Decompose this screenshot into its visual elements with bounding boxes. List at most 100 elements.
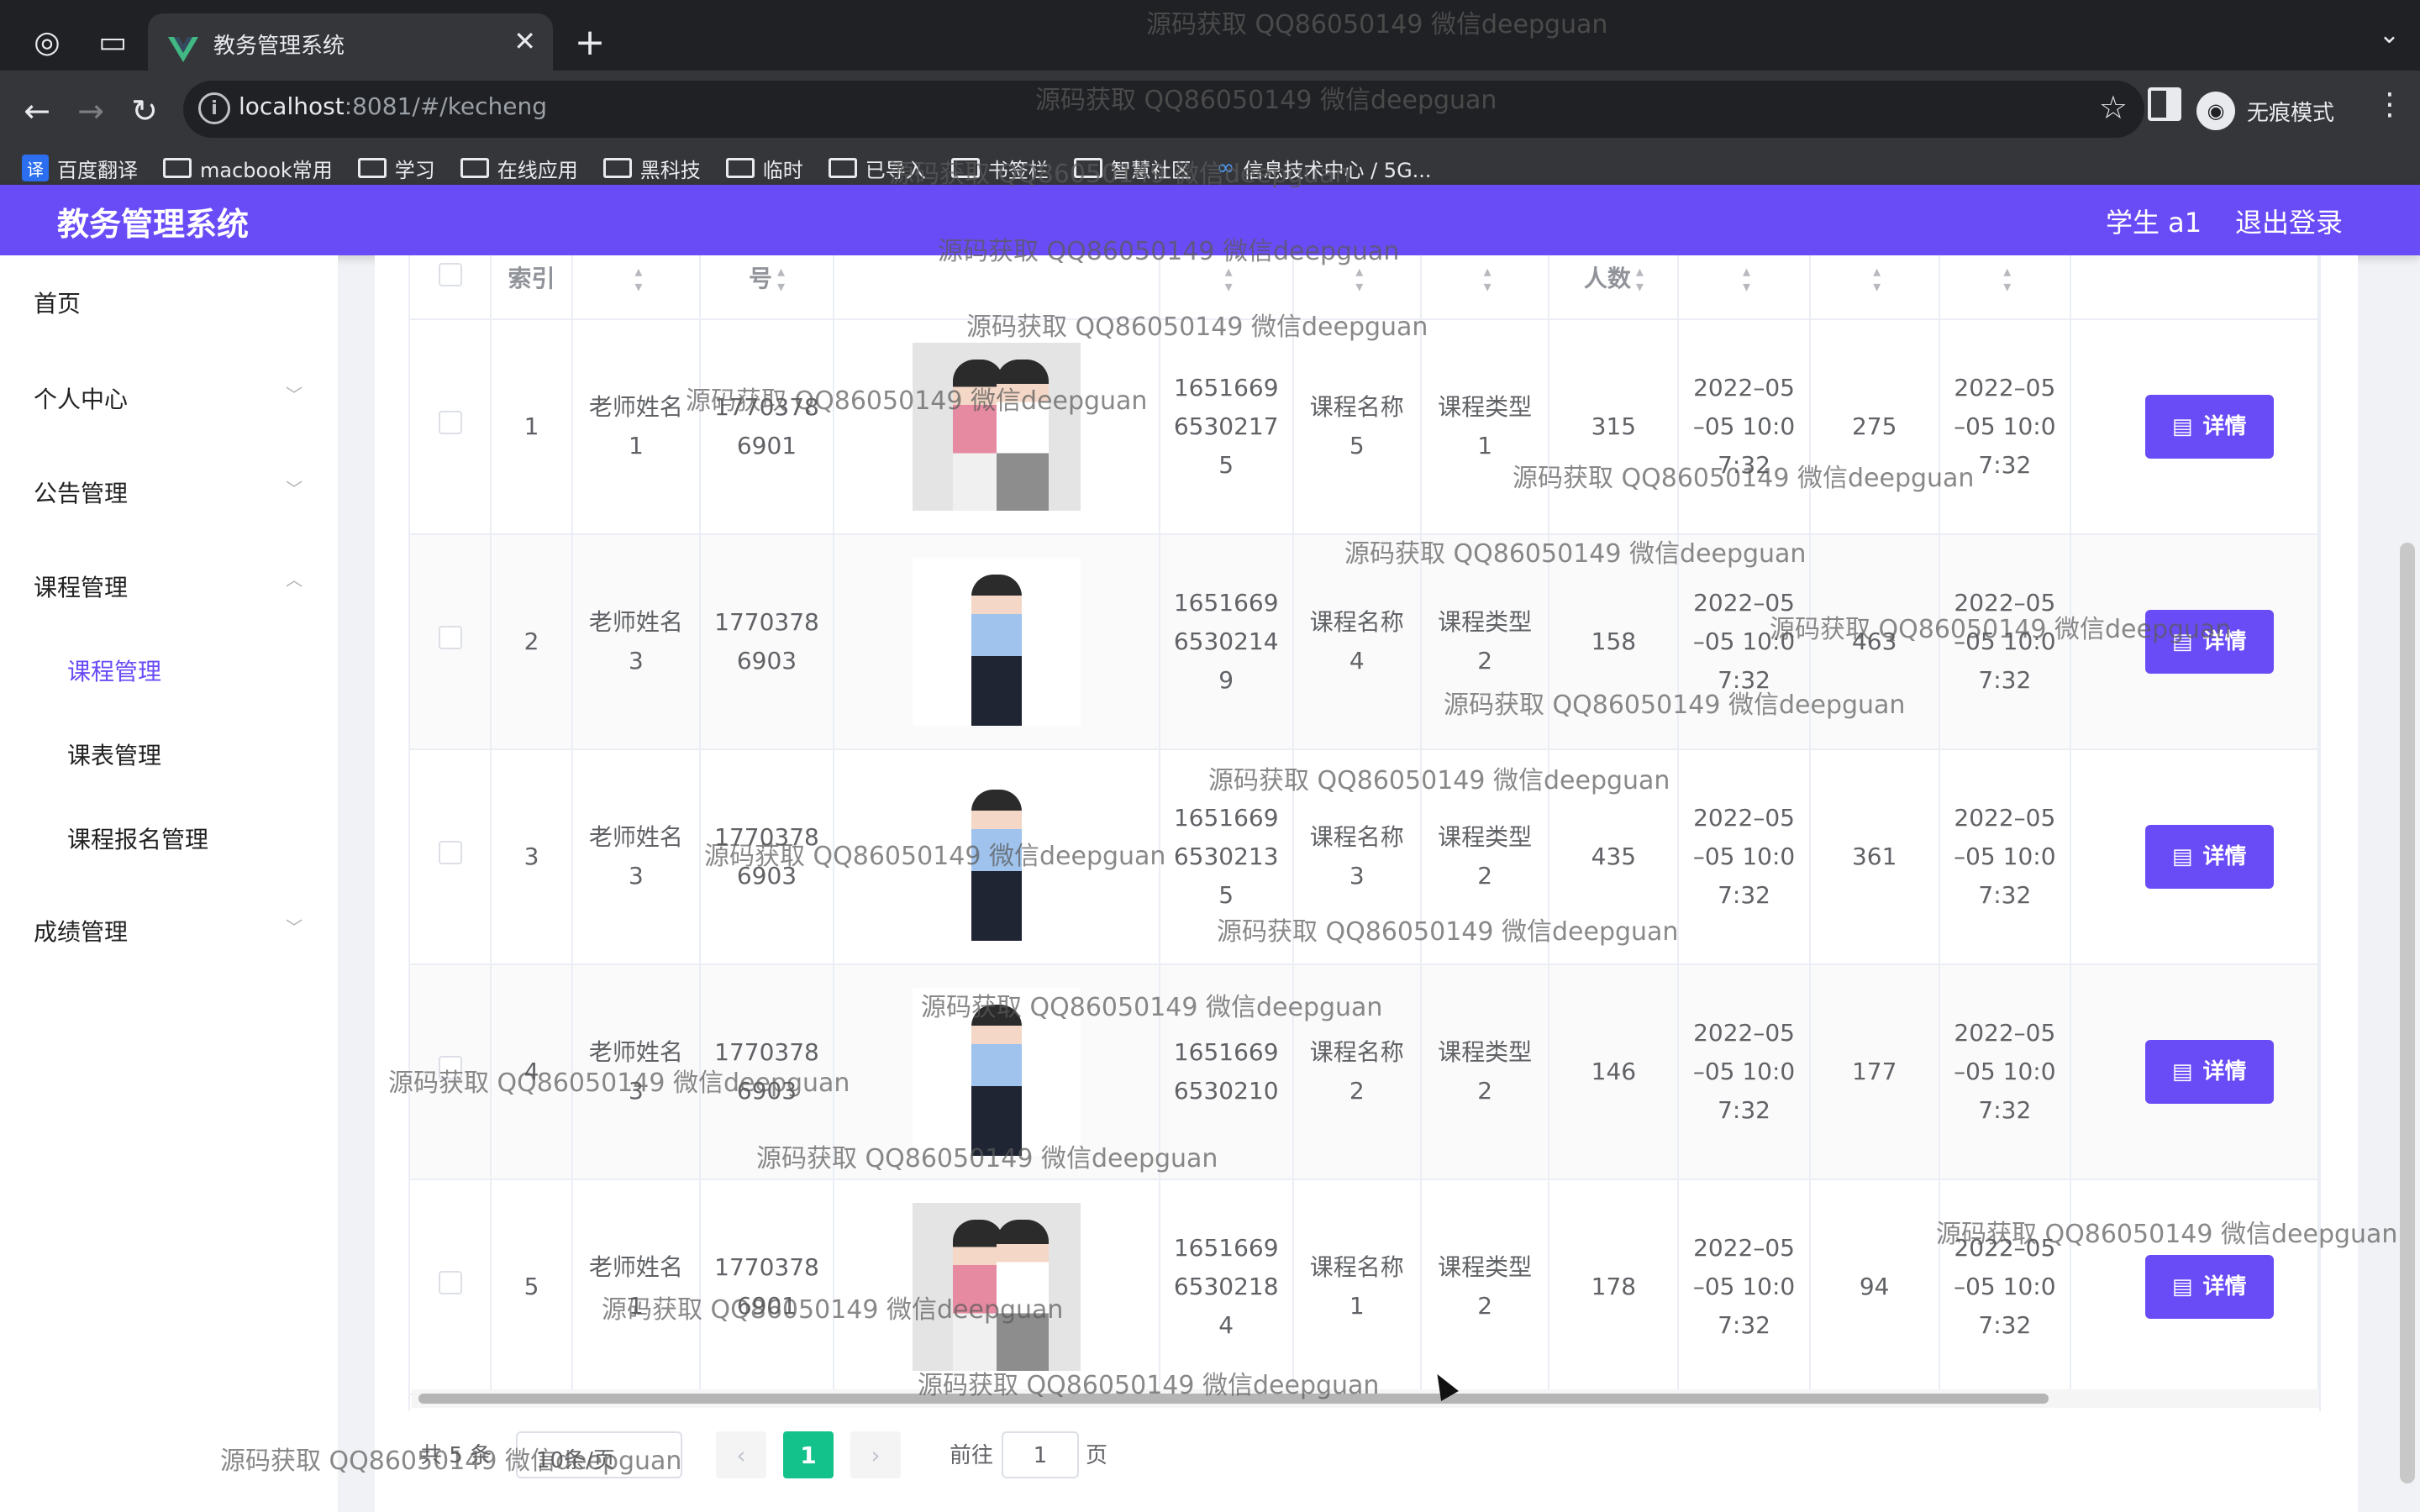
row-checkbox[interactable] [438, 1271, 462, 1294]
sidebar-item-personal-center[interactable]: 个人中心 [34, 381, 128, 415]
bookmark-folder[interactable]: 临时 [725, 154, 803, 183]
reload-icon[interactable]: ↻ [119, 86, 170, 136]
detail-button[interactable]: ▤ 详情 [2144, 610, 2274, 674]
table-cell-teacher: 老师姓名 1 [571, 319, 702, 535]
close-tab-icon[interactable]: ✕ [513, 25, 536, 57]
sort-icon[interactable]: ▴ ▾ [2003, 265, 2011, 295]
row-select-cell[interactable] [410, 534, 492, 750]
column-header[interactable]: ▴ ▾ [1939, 255, 2071, 320]
prev-page-button[interactable]: ‹ [716, 1431, 766, 1478]
sidebar-item-grades[interactable]: 成绩管理 [34, 914, 128, 948]
row-actions-cell: ▤ 详情 [2070, 319, 2319, 535]
horizontal-scrollbar-thumb[interactable] [418, 1394, 2049, 1404]
column-header[interactable]: ▴ ▾ [1809, 255, 1940, 320]
detail-button[interactable]: ▤ 详情 [2144, 825, 2274, 889]
globe-icon[interactable]: ◎ [22, 17, 72, 67]
bookmark-folder[interactable]: macbook常用 [163, 154, 333, 183]
column-header[interactable]: ▴ ▾ [1678, 255, 1811, 320]
chevron-down-icon[interactable]: ⌄ [2379, 20, 2400, 50]
sort-icon[interactable]: ▴ ▾ [1484, 265, 1491, 295]
table-row[interactable]: 1 老师姓名 1 1770378 6901 1651669 6530217 5 课程名称… [410, 319, 2319, 535]
page-size-select[interactable]: 10条/页 [516, 1431, 682, 1478]
table-cell-index: 4 [491, 964, 573, 1180]
column-header[interactable]: 号 ▴ ▾ [700, 255, 834, 320]
table-cell-num: 361 [1809, 749, 1940, 965]
sort-icon[interactable]: ▴ ▾ [1225, 265, 1233, 295]
bookmark-folder[interactable]: 学习 [357, 154, 435, 183]
row-checkbox[interactable] [438, 411, 462, 434]
bookmark-star-icon[interactable]: ☆ [2099, 89, 2128, 126]
back-icon[interactable]: ← [12, 86, 62, 136]
column-header[interactable]: ▴ ▾ [1159, 255, 1294, 320]
column-header[interactable]: ▴ ▾ [571, 255, 702, 320]
tab-group-icon[interactable]: ▭ [87, 17, 138, 67]
sidebar-item-home[interactable]: 首页 [34, 286, 81, 319]
forward-icon[interactable]: → [66, 86, 116, 136]
table-row[interactable]: 4 老师姓名 3 1770378 6903 1651669 6530210 课程名称 2… [410, 964, 2319, 1180]
row-actions-cell: ▤ 详情 [2070, 1179, 2319, 1395]
row-select-cell[interactable] [410, 749, 492, 965]
table-cell-num: 463 [1809, 534, 1940, 750]
column-header[interactable]: 人数 ▴ ▾ [1549, 255, 1680, 320]
new-tab-icon[interactable]: + [565, 17, 615, 67]
goto-label: 前往 [950, 1443, 994, 1468]
document-icon: ▤ [2171, 414, 2193, 439]
side-panel-icon[interactable] [2148, 87, 2181, 121]
sidebar-subitem-enrollment[interactable]: 课程报名管理 [67, 822, 208, 855]
sort-icon[interactable]: ▴ ▾ [777, 265, 785, 295]
table-row[interactable]: 2 老师姓名 3 1770378 6903 1651669 6530214 9 课程名称… [410, 534, 2319, 750]
table-cell-course: 课程名称 1 [1292, 1179, 1422, 1395]
teacher-photo-cell [833, 534, 1160, 750]
folder-icon [163, 158, 192, 178]
sort-icon[interactable]: ▴ ▾ [1873, 265, 1881, 295]
bookmark-folder[interactable]: 智慧社区 [1073, 154, 1192, 183]
table-row[interactable]: 3 老师姓名 3 1770378 6903 1651669 6530213 5 课程名称… [410, 749, 2319, 965]
bookmark-item[interactable]: 译百度翻译 [22, 154, 138, 183]
teacher-photo-cell [833, 749, 1160, 965]
bookmark-item[interactable]: ∞ 信息技术中心 / 5G... [1217, 154, 1432, 183]
more-menu-icon[interactable]: ⋮ [2375, 87, 2405, 122]
select-all-checkbox[interactable] [438, 263, 462, 286]
bookmark-folder[interactable]: 在线应用 [460, 154, 578, 183]
table-cell-type: 课程类型 2 [1420, 1179, 1550, 1395]
horizontal-scrollbar[interactable] [412, 1389, 2319, 1408]
bookmark-folder[interactable]: 黑科技 [602, 154, 701, 183]
url-text[interactable]: localhost:8081/#/kecheng [239, 92, 547, 120]
table-row[interactable]: 5 老师姓名 1 1770378 6901 1651669 6530218 4 课程名称… [410, 1179, 2319, 1395]
column-header[interactable]: ▴ ▾ [1420, 255, 1550, 320]
sidebar-item-course-management[interactable]: 课程管理 [34, 570, 128, 603]
logout-button[interactable]: 退出登录 [2235, 202, 2343, 240]
sidebar-item-announcements[interactable]: 公告管理 [34, 475, 128, 509]
sort-icon[interactable]: ▴ ▾ [1743, 265, 1750, 295]
row-checkbox[interactable] [438, 626, 462, 649]
table-cell-index: 2 [491, 534, 573, 750]
detail-button[interactable]: ▤ 详情 [2144, 1255, 2274, 1319]
sort-icon[interactable]: ▴ ▾ [634, 265, 642, 295]
goto-page-input[interactable]: 1 [1002, 1431, 1079, 1478]
sort-icon[interactable]: ▴ ▾ [1636, 265, 1644, 295]
detail-button[interactable]: ▤ 详情 [2144, 395, 2274, 459]
detail-button[interactable]: ▤ 详情 [2144, 1040, 2274, 1104]
bookmark-folder[interactable]: 书签栏 [950, 154, 1049, 183]
column-header[interactable]: ▴ ▾ [1292, 255, 1422, 320]
page-number-current[interactable]: 1 [783, 1431, 834, 1478]
chevron-down-icon: ﹀ [286, 917, 302, 937]
row-checkbox[interactable] [438, 841, 462, 864]
table-cell-time1: 2022–05 –05 10:0 7:32 [1678, 319, 1811, 535]
incognito-indicator[interactable]: ◉ 无痕模式 [2196, 82, 2334, 139]
vertical-scrollbar-thumb[interactable] [2400, 543, 2415, 1483]
address-bar[interactable]: i localhost:8081/#/kecheng ☆ [183, 81, 2144, 138]
next-page-button[interactable]: › [850, 1431, 901, 1478]
sidebar-subitem-courses[interactable]: 课程管理 [67, 654, 161, 687]
row-actions-cell: ▤ 详情 [2070, 534, 2319, 750]
row-select-cell[interactable] [410, 1179, 492, 1395]
sidebar-subitem-timetable[interactable]: 课表管理 [67, 738, 161, 771]
row-select-cell[interactable] [410, 964, 492, 1180]
row-select-cell[interactable] [410, 319, 492, 535]
sort-icon[interactable]: ▴ ▾ [1355, 265, 1363, 295]
teacher-photo [912, 773, 1081, 941]
select-all-header[interactable] [410, 255, 492, 320]
bookmark-folder[interactable]: 已导入 [828, 154, 926, 183]
row-checkbox[interactable] [438, 1056, 462, 1079]
info-icon[interactable]: i [198, 92, 230, 124]
